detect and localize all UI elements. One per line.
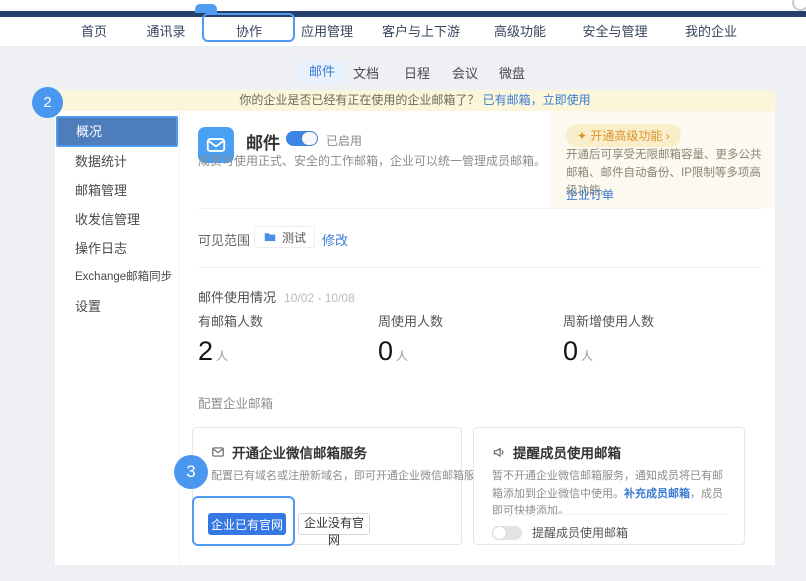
stat-unit: 人 xyxy=(581,349,593,363)
card-description: 配置已有域名或注册新域名，即可开通企业微信邮箱服务。 xyxy=(211,468,451,486)
sidebar-item-overview[interactable]: 概况 xyxy=(56,116,178,147)
banner-text: 你的企业是否已经有正在使用的企业邮箱了？ xyxy=(239,93,479,107)
card-description: 暂不开通企业微信邮箱服务，通知成员将已有邮箱添加到企业微信中使用。补充成员邮箱，… xyxy=(492,468,730,521)
supplement-mailbox-link[interactable]: 补充成员邮箱 xyxy=(624,488,690,500)
enterprise-order-link[interactable]: 企业订单 xyxy=(566,186,614,203)
step-badge-2: 2 xyxy=(32,87,63,118)
tab-drive[interactable]: 微盘 xyxy=(499,63,525,85)
upgrade-premium-label: 开通高级功能 xyxy=(590,129,662,143)
nav-item-customers[interactable]: 客户与上下游 xyxy=(382,17,460,47)
card-activate-mailbox: 开通企业微信邮箱服务 配置已有域名或注册新域名，即可开通企业微信邮箱服务。 企业… xyxy=(192,427,462,545)
usage-title-text: 邮件使用情况 xyxy=(198,290,276,305)
stat-weekly-users: 周使用人数 0人 xyxy=(378,311,443,367)
nav-item-home[interactable]: 首页 xyxy=(81,17,107,47)
sidebar-item-logs[interactable]: 操作日志 xyxy=(55,234,180,263)
window-top-strip xyxy=(0,0,806,11)
sidebar-item-mailbox-mgmt[interactable]: 邮箱管理 xyxy=(55,176,180,205)
stat-value: 0 xyxy=(378,336,393,366)
nav-item-collaboration[interactable]: 协作 xyxy=(236,17,262,47)
sparkle-icon: ✦ xyxy=(577,129,587,143)
annotation-pointer xyxy=(195,4,217,13)
card-title: 提醒成员使用邮箱 xyxy=(492,442,621,462)
remind-members-toggle[interactable] xyxy=(492,526,522,540)
toggle-knob xyxy=(302,132,317,145)
stat-new-weekly-users: 周新增使用人数 0人 xyxy=(563,311,654,367)
remind-toggle-row: 提醒成员使用邮箱 xyxy=(492,524,628,541)
divider xyxy=(198,267,762,268)
stat-unit: 人 xyxy=(396,349,408,363)
usage-section-title: 邮件使用情况 10/02 - 10/08 xyxy=(198,287,355,306)
card-remind-members: 提醒成员使用邮箱 暂不开通企业微信邮箱服务，通知成员将已有邮箱添加到企业微信中使… xyxy=(473,427,745,545)
tab-docs[interactable]: 文档 xyxy=(353,63,379,85)
page-title: 邮件 xyxy=(246,129,280,154)
card-title-text: 提醒成员使用邮箱 xyxy=(513,442,621,462)
config-section-title: 配置企业邮箱 xyxy=(198,393,273,412)
card-title-text: 开通企业微信邮箱服务 xyxy=(232,442,367,462)
mail-description-text: 成员可使用正式、安全的工作邮箱，企业可以统一管理成员邮箱。 xyxy=(198,154,546,168)
tab-meeting[interactable]: 会议 xyxy=(452,63,478,85)
divider xyxy=(198,208,762,209)
tab-mail[interactable]: 邮件 xyxy=(297,61,347,83)
nav-item-my-company[interactable]: 我的企业 xyxy=(685,17,737,47)
divider xyxy=(492,514,728,515)
tab-calendar[interactable]: 日程 xyxy=(404,63,430,85)
stat-label: 周使用人数 xyxy=(378,311,443,330)
visibility-scope: 测试 xyxy=(282,229,306,246)
nav-item-contacts[interactable]: 通讯录 xyxy=(146,17,185,47)
has-website-button[interactable]: 企业已有官网 xyxy=(208,513,286,535)
notice-banner: 你的企业是否已经有正在使用的企业邮箱了？ 已有邮箱，立即使用 xyxy=(55,90,775,111)
stat-value: 0 xyxy=(563,336,578,366)
usage-date-range: 10/02 - 10/08 xyxy=(284,291,355,305)
mail-enabled-toggle[interactable] xyxy=(286,131,318,146)
mail-enabled-label: 已启用 xyxy=(326,132,362,149)
toggle-knob xyxy=(493,527,506,539)
visibility-label-text: 可见范围 xyxy=(198,233,250,248)
envelope-outline-icon xyxy=(211,445,225,459)
nav-item-security[interactable]: 安全与管理 xyxy=(582,17,647,47)
arrow-right-icon: › xyxy=(666,129,670,143)
sidebar-item-settings[interactable]: 设置 xyxy=(55,292,180,321)
nav-item-advanced[interactable]: 高级功能 xyxy=(494,17,546,47)
nav-item-apps[interactable]: 应用管理 xyxy=(301,17,353,47)
mail-description: 成员可使用正式、安全的工作邮箱，企业可以统一管理成员邮箱。API ∨ xyxy=(198,152,589,170)
sidebar-item-send-receive[interactable]: 收发信管理 xyxy=(55,205,180,234)
visibility-scope-chip: 测试 xyxy=(254,226,315,248)
stat-label: 周新增使用人数 xyxy=(563,311,654,330)
stat-mailbox-members: 有邮箱人数 2人 xyxy=(198,311,263,367)
primary-nav: 首页 通讯录 协作 应用管理 客户与上下游 高级功能 安全与管理 我的企业 xyxy=(0,17,806,47)
sidebar-item-statistics[interactable]: 数据统计 xyxy=(55,147,180,176)
upgrade-premium-button[interactable]: ✦ 开通高级功能 › xyxy=(566,124,681,147)
sidebar-item-exchange-sync[interactable]: Exchange邮箱同步 xyxy=(55,263,180,292)
stat-label: 有邮箱人数 xyxy=(198,311,263,330)
step-badge-3: 3 xyxy=(174,455,208,489)
stat-value: 2 xyxy=(198,336,213,366)
no-website-button[interactable]: 企业没有官网 xyxy=(298,513,370,535)
card-title: 开通企业微信邮箱服务 xyxy=(211,442,367,462)
remind-toggle-label: 提醒成员使用邮箱 xyxy=(532,524,628,541)
visibility-edit-link[interactable]: 修改 xyxy=(322,230,348,249)
megaphone-icon xyxy=(492,445,506,459)
stat-unit: 人 xyxy=(216,349,228,363)
sidebar: 概况 数据统计 邮箱管理 收发信管理 操作日志 Exchange邮箱同步 设置 xyxy=(55,111,180,565)
admin-console-screen: 首页 通讯录 协作 应用管理 客户与上下游 高级功能 安全与管理 我的企业 邮件… xyxy=(0,0,806,581)
banner-link[interactable]: 已有邮箱，立即使用 xyxy=(483,93,591,107)
folder-icon xyxy=(263,230,277,244)
